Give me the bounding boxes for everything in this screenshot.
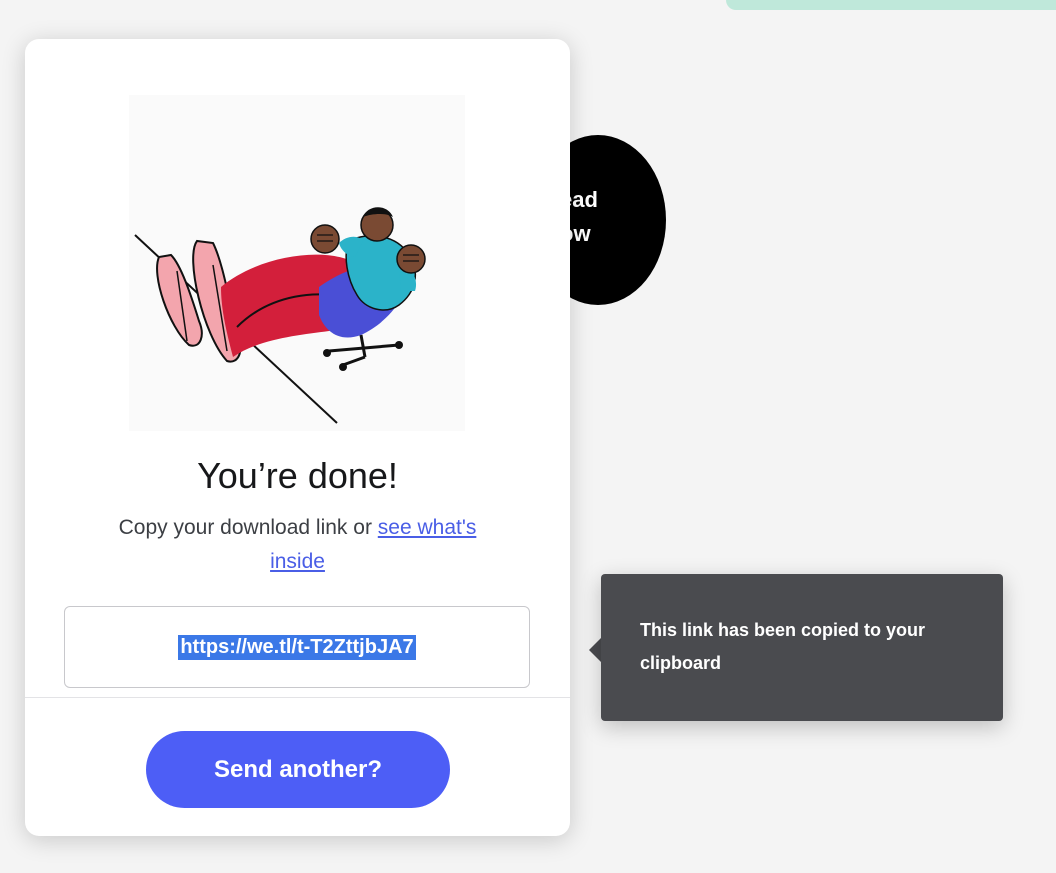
download-link-text[interactable]: https://we.tl/t-T2ZttjbJA7 bbox=[178, 634, 416, 660]
tooltip-text: This link has been copied to your clipbo… bbox=[640, 620, 926, 673]
top-accent-bar bbox=[726, 0, 1056, 10]
tooltip-arrow bbox=[589, 638, 601, 662]
illustration-person-reclining-icon bbox=[129, 95, 465, 431]
subtitle-text: Copy your download link or bbox=[118, 516, 378, 539]
copied-tooltip: This link has been copied to your clipbo… bbox=[601, 574, 1003, 721]
dialog-subtitle: Copy your download link or see what's in… bbox=[90, 511, 505, 579]
divider bbox=[25, 697, 570, 698]
send-another-button[interactable]: Send another? bbox=[146, 731, 450, 808]
download-link-field[interactable]: https://we.tl/t-T2ZttjbJA7 bbox=[64, 606, 530, 688]
dialog-title: You’re done! bbox=[197, 455, 398, 496]
transfer-complete-dialog: You’re done! Copy your download link or … bbox=[25, 39, 570, 836]
